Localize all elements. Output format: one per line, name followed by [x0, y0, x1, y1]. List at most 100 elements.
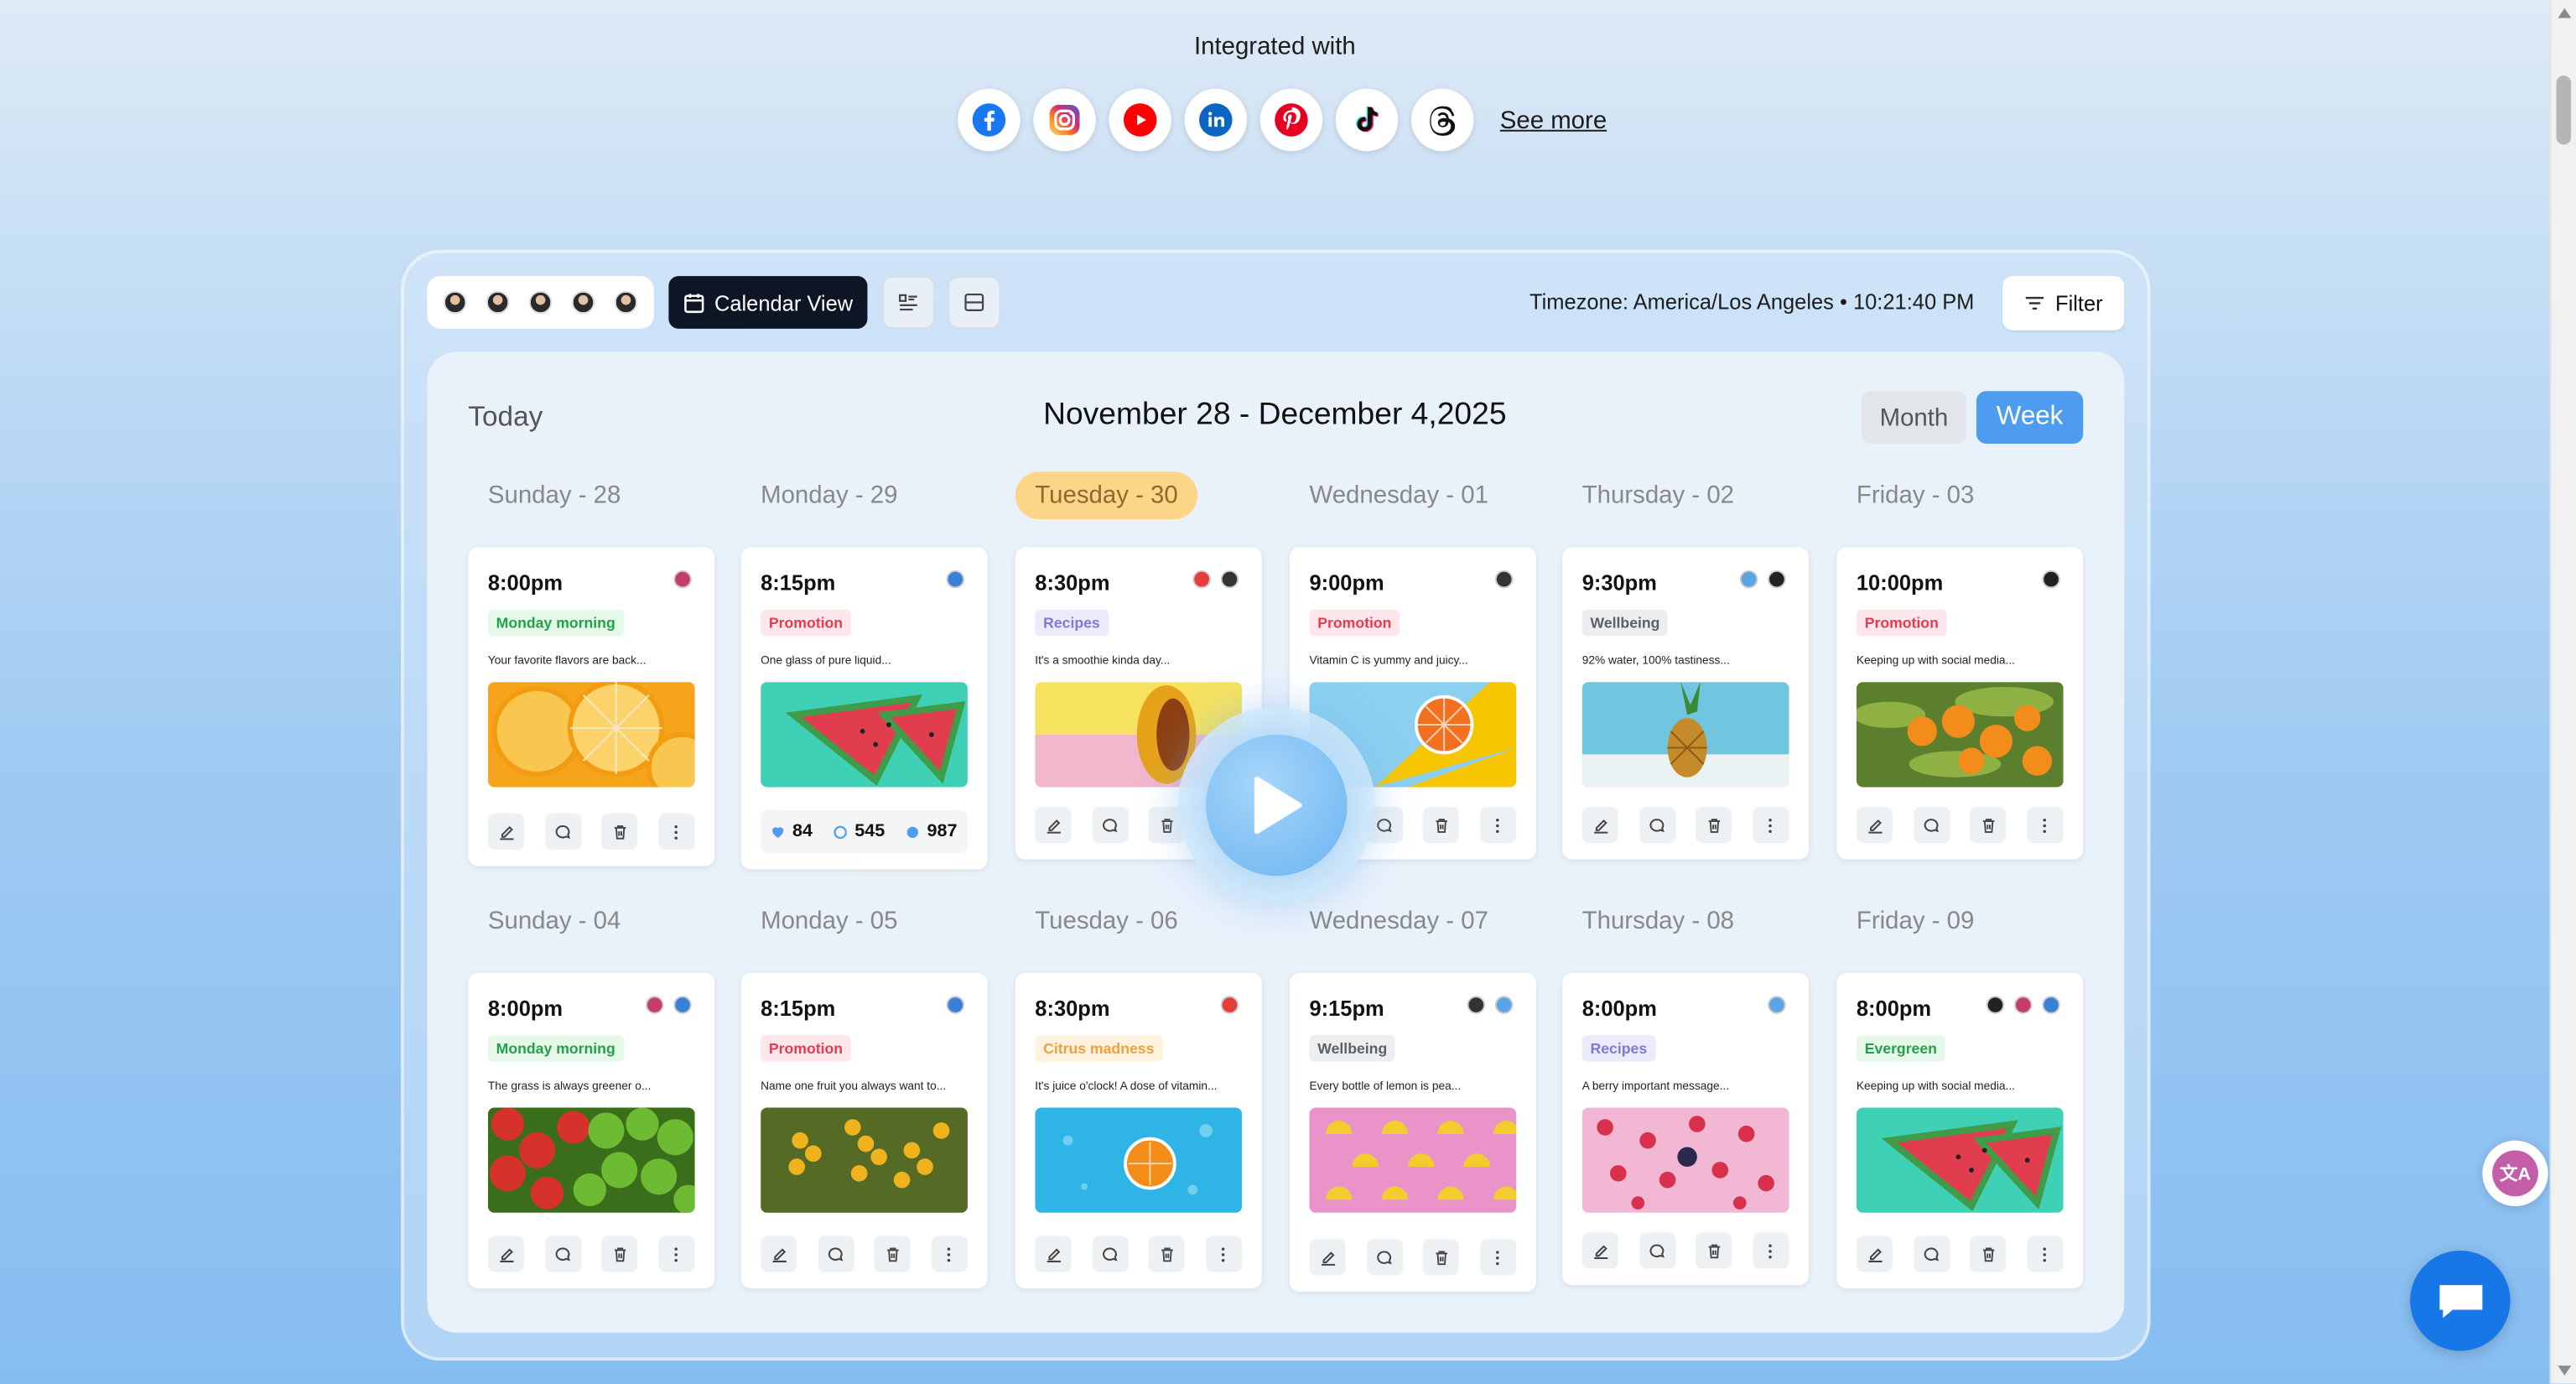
edit-button[interactable]	[1581, 1232, 1618, 1269]
more-button[interactable]	[1205, 1236, 1243, 1272]
see-more-link[interactable]: See more	[1500, 106, 1607, 133]
more-button[interactable]	[1753, 806, 1789, 844]
facebook-icon[interactable]	[958, 88, 1021, 152]
threads-icon[interactable]	[1410, 88, 1474, 152]
avatar[interactable]	[486, 290, 510, 315]
translate-button[interactable]: 文A	[2482, 1140, 2548, 1207]
post-card[interactable]: 8:00pm Evergreen Keeping up with social me…	[1836, 972, 2084, 1289]
platform-icons	[1739, 570, 1786, 589]
edit-button[interactable]	[1035, 1236, 1072, 1272]
post-image[interactable]	[761, 682, 968, 788]
edit-button[interactable]	[487, 813, 524, 850]
avatar[interactable]	[614, 290, 638, 315]
post-image[interactable]	[487, 682, 695, 788]
trash-button[interactable]	[1696, 806, 1732, 844]
scroll-thumb[interactable]	[2556, 75, 2572, 145]
list-view-button[interactable]	[882, 276, 935, 329]
post-image[interactable]	[1581, 682, 1789, 788]
edit-button[interactable]	[1581, 806, 1618, 844]
instagram-icon[interactable]	[1033, 88, 1096, 152]
trash-button[interactable]	[1970, 806, 2007, 844]
post-card[interactable]: 8:30pm Citrus madness It's juice o'clock! …	[1015, 972, 1262, 1289]
comment-button[interactable]	[1913, 1236, 1950, 1272]
trash-button[interactable]	[874, 1236, 911, 1272]
trash-button[interactable]	[1423, 1239, 1460, 1276]
post-tag: Promotion	[1309, 609, 1400, 637]
more-button[interactable]	[1480, 806, 1517, 844]
post-card[interactable]: 8:15pm Promotion One glass of pure liquid.…	[740, 547, 988, 870]
comment-button[interactable]	[544, 1236, 581, 1272]
scrollbar[interactable]	[2549, 0, 2576, 1384]
pinterest-icon[interactable]	[1259, 88, 1323, 152]
platform-icon	[673, 570, 692, 589]
comment-button[interactable]	[818, 1236, 854, 1272]
avatar[interactable]	[443, 290, 467, 315]
more-button[interactable]	[1480, 1239, 1517, 1276]
month-view-button[interactable]: Month	[1861, 391, 1967, 444]
trash-button[interactable]	[1696, 1232, 1732, 1269]
more-button[interactable]	[2027, 806, 2064, 844]
today-button[interactable]: Today	[468, 401, 543, 434]
post-image[interactable]	[1035, 1107, 1243, 1213]
post-card[interactable]: 9:15pm Wellbeing Every bottle of lemon is …	[1289, 972, 1536, 1292]
week-view-button[interactable]: Week	[1976, 391, 2084, 444]
edit-icon	[1867, 819, 1882, 833]
trash-button[interactable]	[1149, 1236, 1186, 1272]
avatar[interactable]	[528, 290, 553, 315]
post-image[interactable]	[1581, 1107, 1789, 1213]
day-header: Thursday - 08	[1581, 907, 1735, 935]
trash-button[interactable]	[601, 1236, 638, 1272]
trash-button[interactable]	[601, 813, 638, 850]
youtube-icon[interactable]	[1109, 88, 1171, 152]
post-card[interactable]: 10:00pm Promotion Keeping up with social m…	[1836, 547, 2084, 860]
filter-button[interactable]: Filter	[2002, 276, 2125, 330]
chat-icon	[2438, 1284, 2482, 1318]
scroll-up-arrow[interactable]	[2558, 8, 2572, 18]
video-play-button[interactable]	[1177, 706, 1375, 904]
post-image[interactable]	[1309, 1107, 1517, 1213]
tiktok-icon[interactable]	[1335, 88, 1399, 152]
account-avatars[interactable]	[427, 276, 654, 329]
post-image[interactable]	[1856, 682, 2064, 788]
edit-button[interactable]	[1035, 806, 1072, 844]
more-button[interactable]	[658, 813, 695, 850]
comment-button[interactable]	[544, 813, 581, 850]
edit-button[interactable]	[487, 1236, 524, 1272]
grid-view-button[interactable]	[948, 276, 1001, 329]
linkedin-icon[interactable]	[1184, 88, 1248, 152]
post-card[interactable]: 8:00pm Recipes A berry important message..…	[1562, 972, 1810, 1286]
more-button[interactable]	[2027, 1236, 2064, 1272]
edit-button[interactable]	[761, 1236, 797, 1272]
scroll-down-arrow[interactable]	[2558, 1366, 2572, 1376]
edit-button[interactable]	[1856, 806, 1893, 844]
day-header: Tuesday - 06	[1035, 907, 1178, 935]
post-card[interactable]: 8:00pm Monday morning Your favorite flavor…	[468, 547, 715, 866]
post-card[interactable]: 8:15pm Promotion Name one fruit you always…	[740, 972, 988, 1289]
more-button[interactable]	[931, 1236, 968, 1272]
comment-button[interactable]	[1366, 1239, 1403, 1276]
post-tag: Wellbeing	[1309, 1035, 1396, 1062]
trash-button[interactable]	[1970, 1236, 2007, 1272]
comment-button[interactable]	[1639, 1232, 1675, 1269]
more-button[interactable]	[1753, 1232, 1789, 1269]
post-image[interactable]	[1856, 1107, 2064, 1213]
post-card[interactable]: 8:00pm Monday morning The grass is always …	[468, 972, 715, 1289]
likes-count: 84	[792, 821, 813, 842]
post-card[interactable]: 9:30pm Wellbeing 92% water, 100% tastiness…	[1562, 547, 1810, 860]
comment-button[interactable]	[1639, 806, 1675, 844]
avatar[interactable]	[571, 290, 595, 315]
edit-button[interactable]	[1856, 1236, 1893, 1272]
trash-button[interactable]	[1423, 806, 1460, 844]
post-image[interactable]	[761, 1107, 968, 1213]
trash-icon	[614, 1246, 626, 1262]
chat-button[interactable]	[2410, 1250, 2511, 1351]
comment-button[interactable]	[1092, 806, 1129, 844]
edit-button[interactable]	[1309, 1239, 1346, 1276]
comment-icon	[828, 1246, 844, 1261]
shares-count: 987	[927, 821, 958, 842]
calendar-view-button[interactable]: Calendar View	[668, 276, 868, 329]
comment-button[interactable]	[1092, 1236, 1129, 1272]
comment-button[interactable]	[1913, 806, 1950, 844]
more-button[interactable]	[658, 1236, 695, 1272]
post-image[interactable]	[487, 1107, 695, 1213]
